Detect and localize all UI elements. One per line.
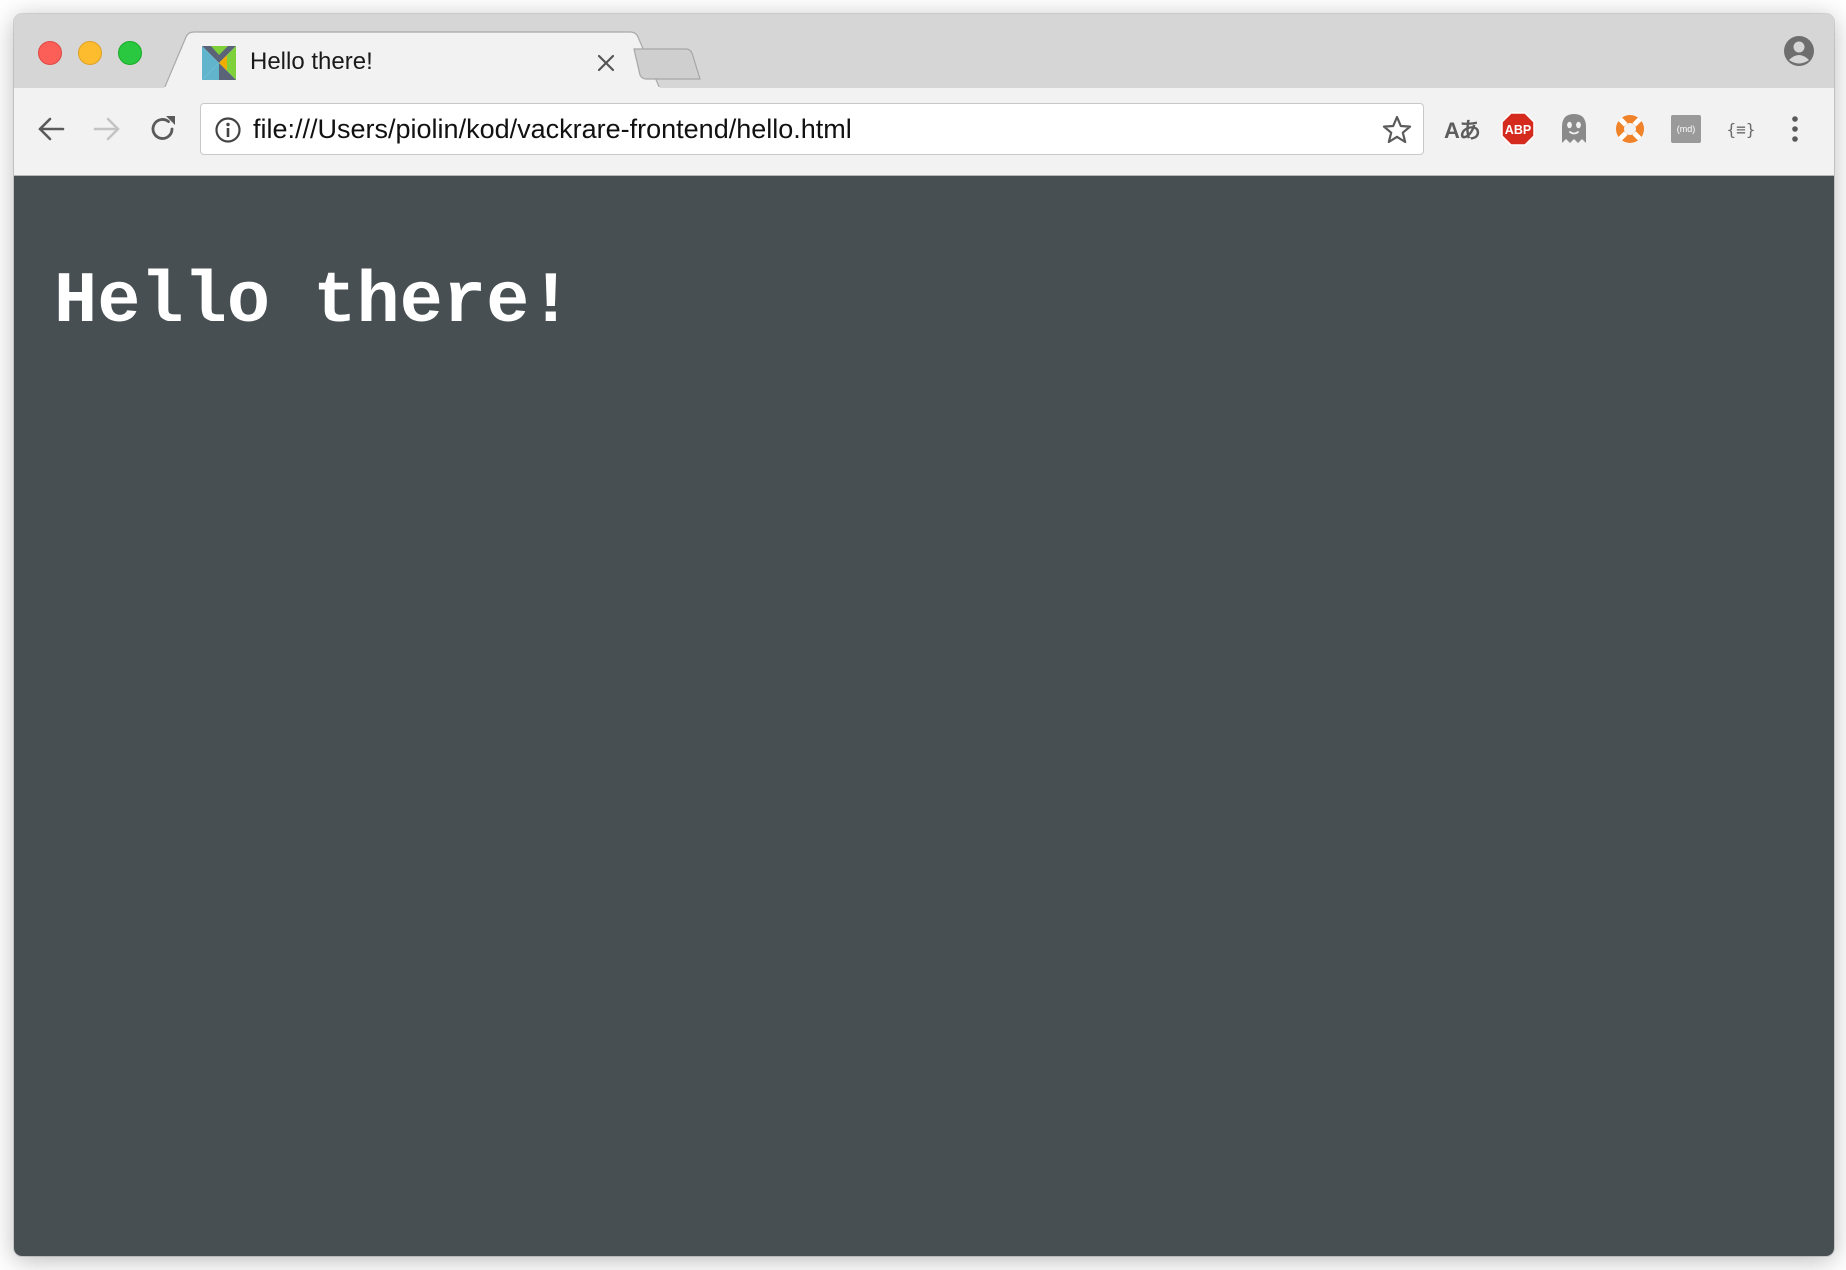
browser-window: Hello there! file:///Users/piolin/kod/va… bbox=[14, 14, 1834, 1256]
tab-background bbox=[164, 31, 660, 89]
elm-logo-icon bbox=[202, 46, 236, 80]
address-bar[interactable]: file:///Users/piolin/kod/vackrare-fronte… bbox=[200, 103, 1424, 155]
json-formatter-icon: {≡} bbox=[1726, 119, 1756, 139]
tab-close-icon[interactable] bbox=[594, 51, 618, 75]
forward-arrow-icon bbox=[93, 117, 120, 141]
markdown-icon: (md) bbox=[1671, 115, 1701, 143]
window-close-button[interactable] bbox=[38, 41, 62, 65]
new-tab-button[interactable] bbox=[632, 47, 702, 81]
tab-active[interactable]: Hello there! bbox=[164, 31, 660, 89]
bookmark-star-icon[interactable] bbox=[1381, 114, 1413, 146]
adblock-plus-label: ABP bbox=[1505, 123, 1531, 137]
adblock-plus-icon: ABP bbox=[1501, 112, 1535, 146]
info-icon[interactable] bbox=[213, 115, 243, 145]
browser-toolbar: file:///Users/piolin/kod/vackrare-fronte… bbox=[14, 88, 1834, 176]
ghostery-icon bbox=[1562, 114, 1586, 143]
translate-icon: Aあ bbox=[1444, 118, 1481, 143]
window-minimize-button[interactable] bbox=[78, 41, 102, 65]
window-zoom-button[interactable] bbox=[118, 41, 142, 65]
forward-button[interactable] bbox=[86, 108, 128, 150]
json-formatter-button[interactable]: {≡} bbox=[1722, 110, 1760, 148]
reload-button[interactable] bbox=[142, 108, 184, 150]
back-button[interactable] bbox=[30, 108, 72, 150]
tab-title: Hello there! bbox=[250, 48, 373, 75]
reload-icon bbox=[151, 116, 175, 140]
url-text[interactable]: file:///Users/piolin/kod/vackrare-fronte… bbox=[253, 113, 852, 145]
lifebuoy-icon bbox=[1616, 115, 1644, 143]
ghostery-button[interactable] bbox=[1555, 110, 1593, 148]
page-heading: Hello there! bbox=[54, 261, 573, 343]
markdown-extension-button[interactable]: (md) bbox=[1667, 110, 1705, 148]
tab-strip: Hello there! bbox=[14, 14, 1834, 89]
browser-menu-button[interactable] bbox=[1776, 110, 1814, 148]
kebab-menu-icon bbox=[1792, 116, 1798, 142]
lifebuoy-extension-button[interactable] bbox=[1611, 110, 1649, 148]
profile-avatar-icon[interactable] bbox=[1782, 34, 1816, 68]
back-arrow-icon bbox=[38, 117, 65, 141]
adblock-plus-button[interactable]: ABP bbox=[1499, 110, 1537, 148]
translate-extension-button[interactable]: Aあ bbox=[1443, 110, 1481, 148]
page-viewport: Hello there! bbox=[14, 176, 1834, 1256]
